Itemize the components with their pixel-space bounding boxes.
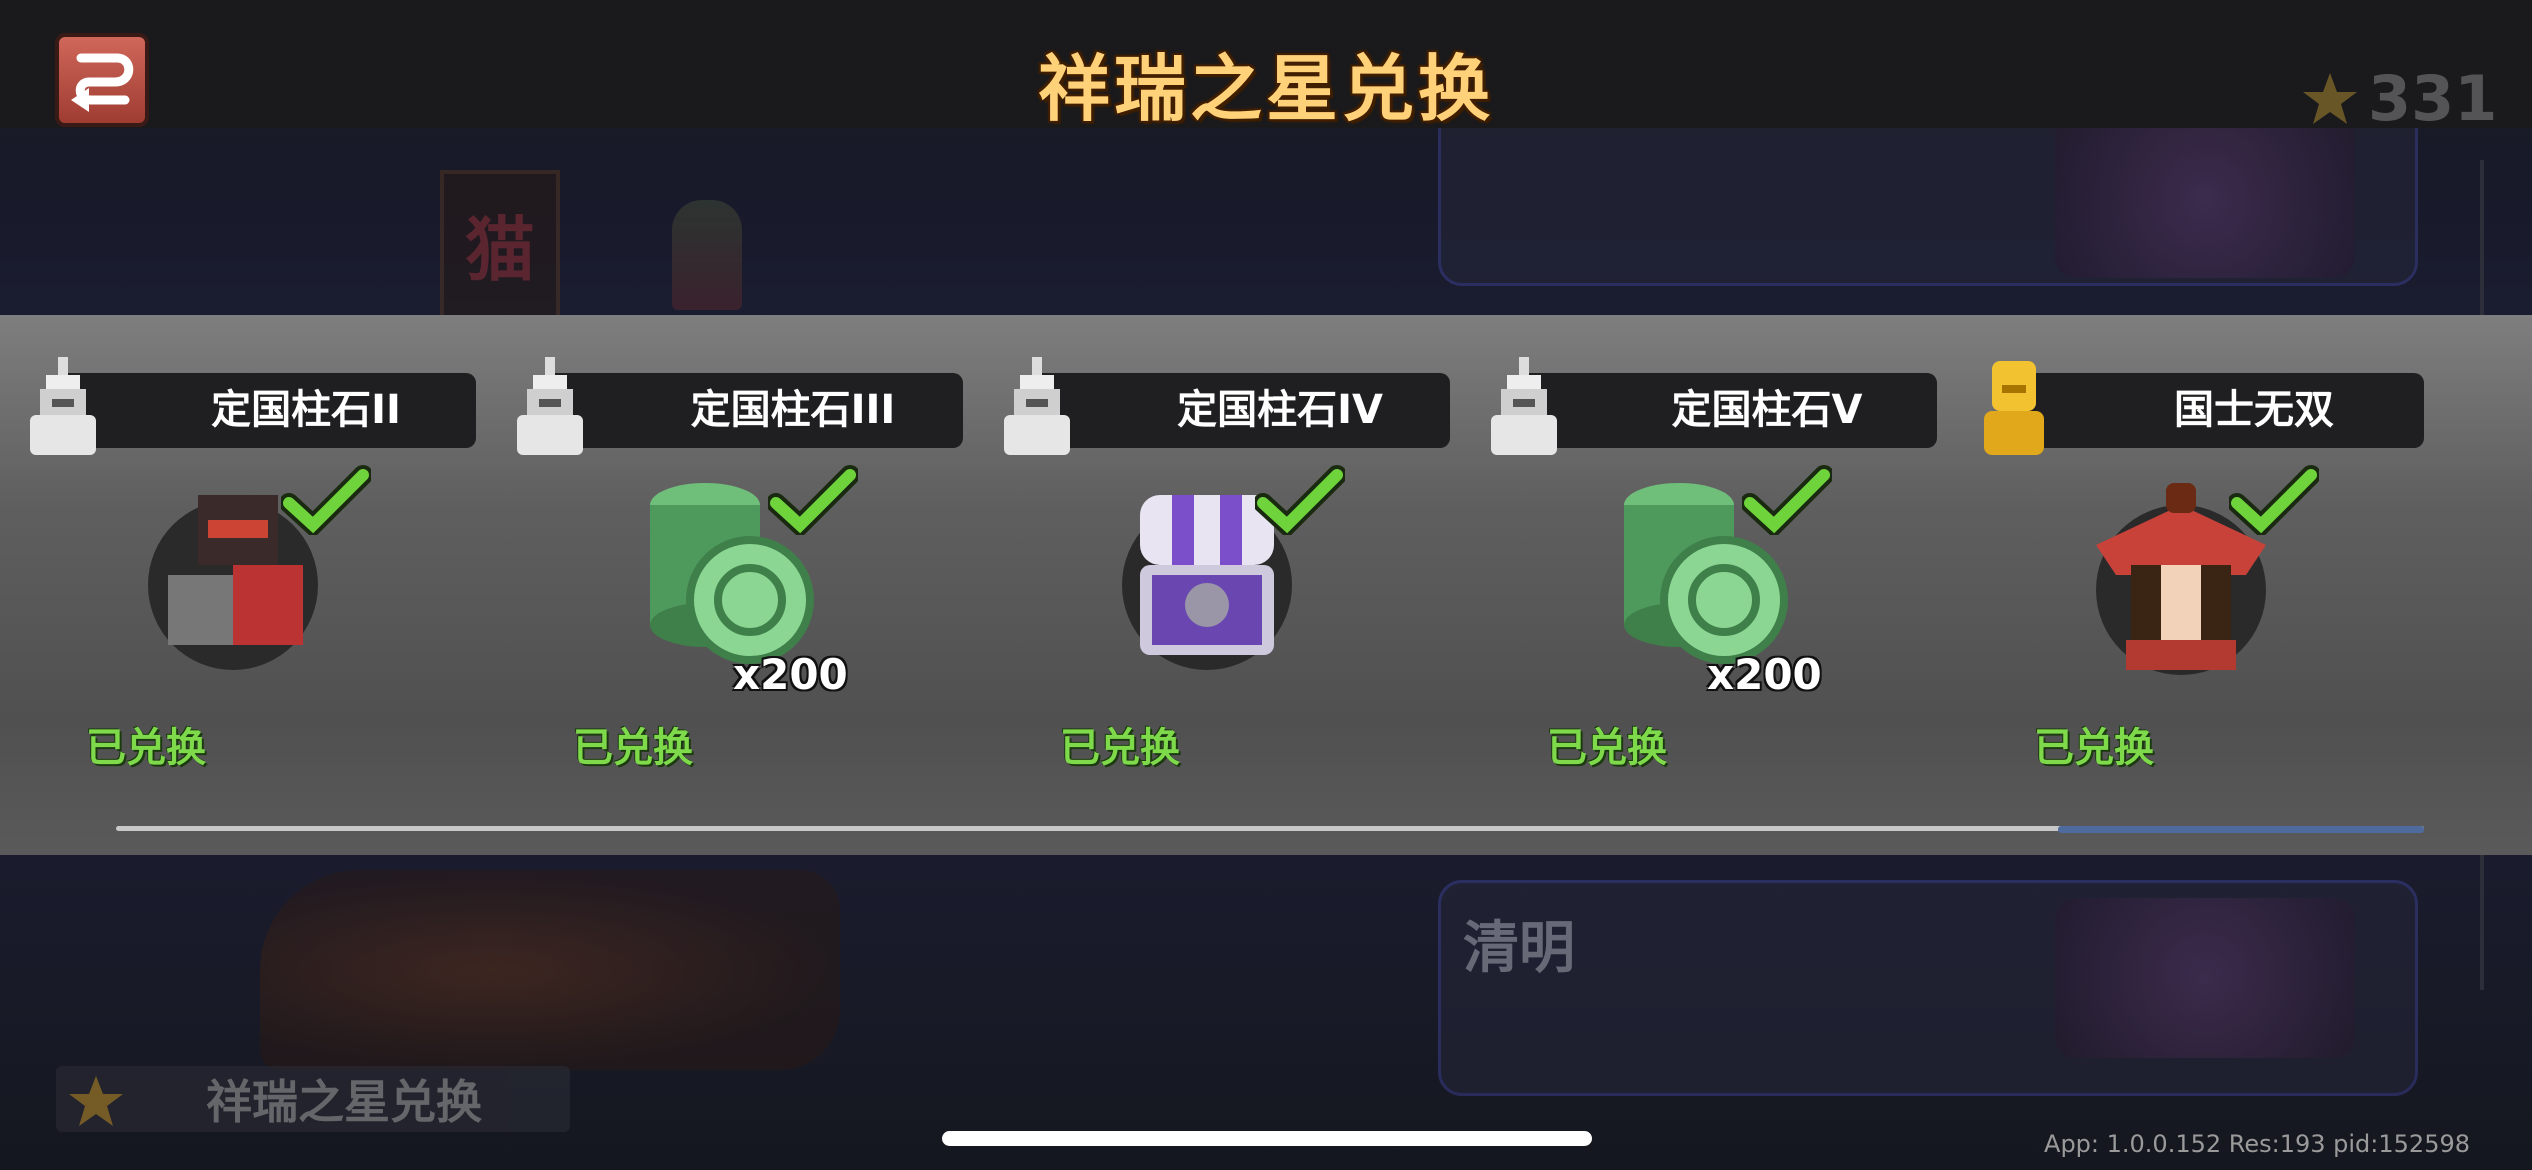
star-icon xyxy=(69,1076,123,1126)
currency-value: 331 xyxy=(2368,62,2498,135)
statue-icon xyxy=(1004,357,1070,455)
reward-header: 定国柱石III xyxy=(543,373,963,448)
page-title: 祥瑞之星兑换 xyxy=(1037,47,1494,131)
gold-statue-icon xyxy=(1984,361,2044,455)
star-icon xyxy=(2303,72,2357,124)
cat-banner-decoration: 猫 xyxy=(440,170,560,328)
reward-name: 定国柱石II xyxy=(211,387,401,433)
reward-panel: 定国柱石II 已兑换 定国柱石III x200 已兑换 定国柱石IV 已兑换 定… xyxy=(0,315,2532,855)
redeemed-status: 已兑换 xyxy=(2034,725,2154,771)
reward-header: 定国柱石II xyxy=(56,373,476,448)
reward-name: 定国柱石IV xyxy=(1177,387,1383,433)
redeemed-status: 已兑换 xyxy=(1060,725,1180,771)
tassel-decoration xyxy=(672,200,742,310)
redeemed-status: 已兑换 xyxy=(1547,725,1667,771)
reward-header: 定国柱石V xyxy=(1517,373,1937,448)
check-icon xyxy=(281,465,371,535)
event-art xyxy=(2055,898,2355,1058)
reward-slot[interactable]: 定国柱石IV 已兑换 xyxy=(990,315,1476,785)
reward-slot[interactable]: 定国柱石V x200 已兑换 xyxy=(1477,315,1963,785)
creature-decoration xyxy=(260,870,840,1070)
redeemed-status: 已兑换 xyxy=(573,725,693,771)
redeemed-status: 已兑换 xyxy=(86,725,206,771)
event-art xyxy=(2055,118,2355,278)
currency-display: 331 xyxy=(2300,62,2497,135)
check-icon xyxy=(768,465,858,535)
reward-slot[interactable]: 定国柱石II 已兑换 xyxy=(16,315,502,785)
check-icon xyxy=(2229,465,2319,535)
build-info: App: 1.0.0.152 Res:193 pid:152598 xyxy=(2044,1130,2470,1158)
reward-name: 定国柱石V xyxy=(1671,387,1863,433)
reward-slot[interactable]: 国士无双 已兑换 xyxy=(1964,315,2450,785)
event-card-qingming[interactable]: 清明 xyxy=(1438,880,2418,1096)
reward-slot[interactable]: 定国柱石III x200 已兑换 xyxy=(503,315,989,785)
top-bar: 祥瑞之星兑换 331 xyxy=(0,0,2532,135)
event-card-label: 清明 xyxy=(1463,916,1575,981)
reward-quantity: x200 xyxy=(1707,650,1822,699)
left-event-tab[interactable]: 祥瑞之星兑换 xyxy=(56,1066,570,1132)
left-event-tab-label: 祥瑞之星兑换 xyxy=(206,1075,482,1129)
home-indicator[interactable] xyxy=(942,1131,1592,1146)
reward-scroll-thumb[interactable] xyxy=(2058,826,2424,833)
reward-name: 国士无双 xyxy=(2174,387,2334,433)
reward-header: 定国柱石IV xyxy=(1030,373,1450,448)
reward-name: 定国柱石III xyxy=(690,387,896,433)
statue-icon xyxy=(1491,357,1557,455)
check-icon xyxy=(1742,465,1832,535)
reward-quantity: x200 xyxy=(733,650,848,699)
statue-icon xyxy=(517,357,583,455)
reward-header: 国士无双 xyxy=(2004,373,2424,448)
check-icon xyxy=(1255,465,1345,535)
statue-icon xyxy=(30,357,96,455)
